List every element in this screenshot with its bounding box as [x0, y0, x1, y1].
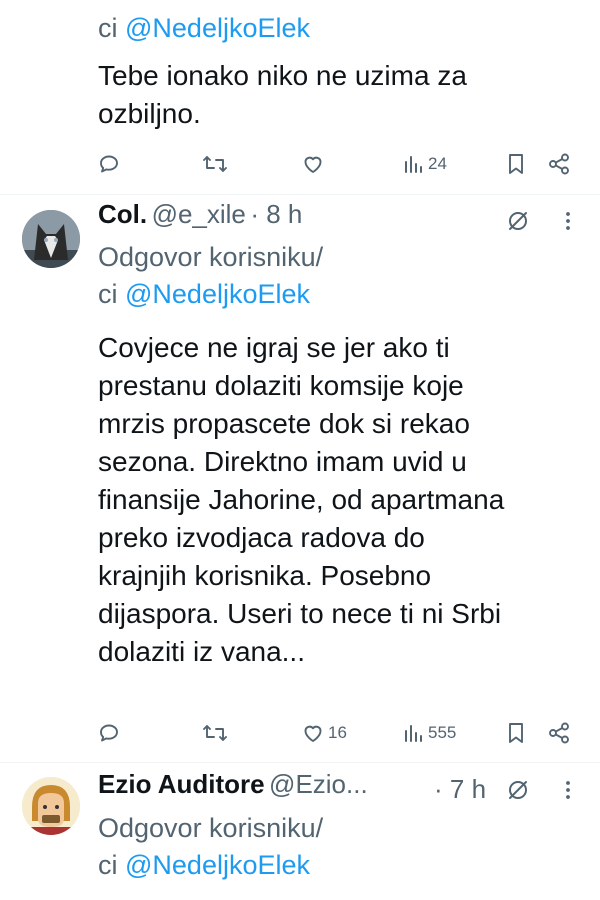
- share-button[interactable]: [547, 716, 571, 750]
- views-button[interactable]: 555: [403, 716, 456, 750]
- heart-icon: [304, 156, 322, 173]
- grok-icon: [509, 212, 527, 230]
- action-bar: 16 555: [0, 716, 600, 750]
- bookmark-button[interactable]: [505, 147, 527, 181]
- share-button[interactable]: [547, 147, 571, 181]
- avatar-image: [22, 777, 80, 835]
- bookmark-icon: [509, 723, 523, 743]
- bookmark-icon: [509, 154, 523, 174]
- mention-link[interactable]: @NedeljkoElek: [125, 13, 310, 43]
- handle[interactable]: @Ezio...: [269, 769, 368, 799]
- reply-icon: [100, 724, 118, 742]
- timestamp[interactable]: · 8 h: [250, 199, 302, 229]
- avatar-image: [22, 210, 80, 268]
- timestamp-wrap: · 7 h: [434, 769, 486, 809]
- like-count: 16: [328, 723, 347, 742]
- more-button[interactable]: [564, 201, 572, 241]
- more-button[interactable]: [564, 770, 572, 810]
- tweet-3[interactable]: Ezio Auditore @Ezio... · 7 h Odgovor kor…: [0, 763, 600, 900]
- retweet-icon: [203, 725, 227, 741]
- grok-button[interactable]: [506, 201, 530, 241]
- like-button[interactable]: 16: [301, 716, 347, 750]
- views-icon: [405, 156, 422, 173]
- tweet-text: Covjece ne igraj se jer ako ti prestanu …: [98, 332, 505, 667]
- action-bar: 24: [0, 147, 600, 181]
- reply-button[interactable]: [97, 716, 121, 750]
- tweet-text: Tebe ionako niko ne uzima za ozbiljno.: [98, 60, 467, 129]
- reply-to-line: Odgovor korisniku/ ci @NedeljkoElek: [98, 242, 324, 309]
- grok-icon: [509, 781, 527, 799]
- more-icon: [566, 212, 570, 230]
- reply-button[interactable]: [97, 147, 121, 181]
- share-icon: [549, 722, 569, 744]
- tweet-2[interactable]: Col. @e_xile · 8 h Odgovor korisniku/ ci…: [0, 195, 600, 762]
- tweet-1[interactable]: ci @NedeljkoElek Tebe ionako niko ne uzi…: [0, 0, 600, 194]
- more-icon: [566, 781, 570, 799]
- views-icon: [405, 725, 422, 742]
- reply-to-line: ci @NedeljkoElek: [98, 13, 310, 43]
- views-button[interactable]: 24: [403, 147, 447, 181]
- mention-link[interactable]: @NedeljkoElek: [125, 279, 310, 309]
- display-name[interactable]: Ezio Auditore: [98, 769, 265, 799]
- retweet-icon: [203, 156, 227, 172]
- avatar[interactable]: [22, 777, 80, 835]
- retweet-button[interactable]: [202, 147, 228, 181]
- share-icon: [549, 153, 569, 175]
- bookmark-button[interactable]: [505, 716, 527, 750]
- handle[interactable]: @e_xile: [152, 199, 246, 229]
- retweet-button[interactable]: [202, 716, 228, 750]
- like-button[interactable]: [301, 147, 328, 181]
- mention-link[interactable]: @NedeljkoElek: [125, 850, 310, 880]
- reply-icon: [100, 155, 118, 173]
- timestamp[interactable]: · 7 h: [434, 774, 486, 805]
- grok-button[interactable]: [506, 770, 530, 810]
- heart-icon: [304, 725, 322, 742]
- reply-to-line: Odgovor korisniku/ ci @NedeljkoElek: [98, 813, 324, 880]
- view-count: 555: [428, 723, 457, 742]
- avatar[interactable]: [22, 210, 80, 268]
- display-name[interactable]: Col.: [98, 199, 147, 229]
